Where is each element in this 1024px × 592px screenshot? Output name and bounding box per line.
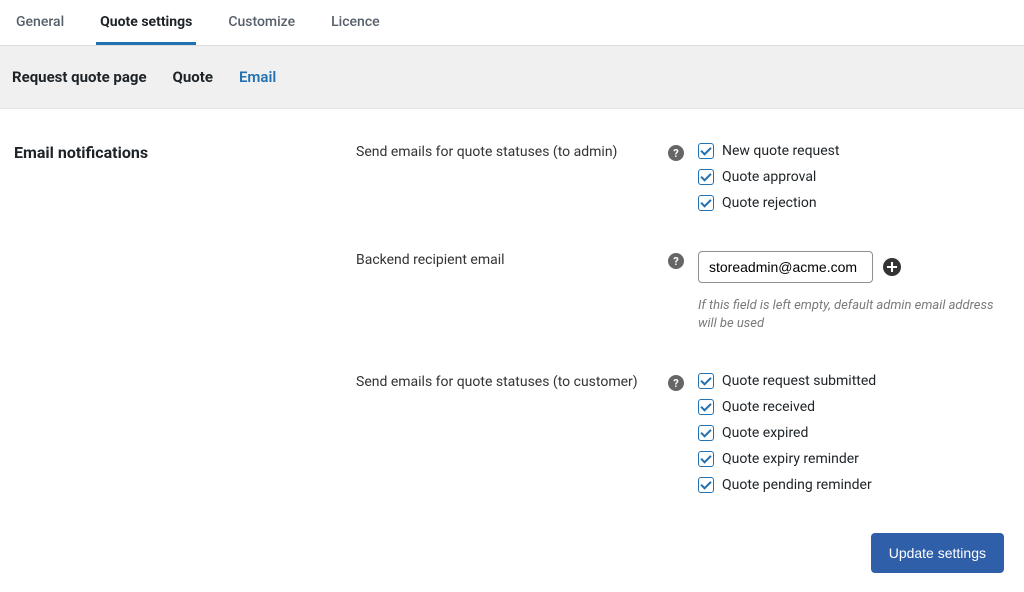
checkbox-quote-received[interactable]: [698, 399, 714, 415]
subnav-request-quote-page[interactable]: Request quote page: [12, 68, 147, 86]
chk-new-quote-request[interactable]: New quote request: [698, 143, 839, 159]
chk-quote-request-submitted[interactable]: Quote request submitted: [698, 373, 876, 389]
chk-label: New quote request: [722, 143, 839, 159]
subnav-quote[interactable]: Quote: [173, 68, 213, 86]
chk-quote-expired[interactable]: Quote expired: [698, 425, 876, 441]
tab-general[interactable]: General: [12, 0, 68, 45]
tab-customize[interactable]: Customize: [224, 0, 299, 45]
checkbox-new-quote-request[interactable]: [698, 143, 714, 159]
plus-icon: [887, 262, 897, 272]
checkbox-quote-expiry-reminder[interactable]: [698, 451, 714, 467]
settings-form: Email notifications Send emails for quot…: [0, 109, 1024, 583]
top-tabbar: General Quote settings Customize Licence: [0, 0, 1024, 46]
checkbox-quote-approval[interactable]: [698, 169, 714, 185]
chk-quote-expiry-reminder[interactable]: Quote expiry reminder: [698, 451, 876, 467]
checkbox-quote-request-submitted[interactable]: [698, 373, 714, 389]
sub-nav: Request quote page Quote Email: [0, 46, 1024, 109]
label-customer-statuses: Send emails for quote statuses (to custo…: [356, 373, 668, 390]
help-icon[interactable]: ?: [668, 145, 684, 161]
label-backend-recipient-email: Backend recipient email: [356, 251, 668, 268]
chk-quote-rejection[interactable]: Quote rejection: [698, 195, 839, 211]
recipient-hint: If this field is left empty, default adm…: [698, 297, 1010, 333]
add-email-button[interactable]: [883, 258, 901, 276]
tab-quote-settings[interactable]: Quote settings: [96, 0, 196, 45]
chk-label: Quote approval: [722, 169, 816, 185]
tab-licence[interactable]: Licence: [327, 0, 384, 45]
field-admin-statuses: Send emails for quote statuses (to admin…: [356, 143, 1010, 211]
field-backend-recipient-email: Backend recipient email ? If this field …: [356, 251, 1010, 333]
chk-label: Quote rejection: [722, 195, 817, 211]
section-title: Email notifications: [14, 143, 356, 162]
chk-label: Quote received: [722, 399, 815, 415]
label-admin-statuses: Send emails for quote statuses (to admin…: [356, 143, 668, 160]
input-recipient-email[interactable]: [698, 251, 873, 283]
field-customer-statuses: Send emails for quote statuses (to custo…: [356, 373, 1010, 493]
chk-label: Quote pending reminder: [722, 477, 872, 493]
checkbox-quote-rejection[interactable]: [698, 195, 714, 211]
chk-quote-approval[interactable]: Quote approval: [698, 169, 839, 185]
checkbox-quote-pending-reminder[interactable]: [698, 477, 714, 493]
chk-label: Quote expiry reminder: [722, 451, 859, 467]
chk-label: Quote expired: [722, 425, 808, 441]
chk-label: Quote request submitted: [722, 373, 876, 389]
help-icon[interactable]: ?: [668, 253, 684, 269]
chk-quote-received[interactable]: Quote received: [698, 399, 876, 415]
subnav-email[interactable]: Email: [239, 68, 276, 86]
chk-quote-pending-reminder[interactable]: Quote pending reminder: [698, 477, 876, 493]
checkbox-quote-expired[interactable]: [698, 425, 714, 441]
update-settings-button[interactable]: Update settings: [871, 533, 1004, 573]
help-icon[interactable]: ?: [668, 375, 684, 391]
